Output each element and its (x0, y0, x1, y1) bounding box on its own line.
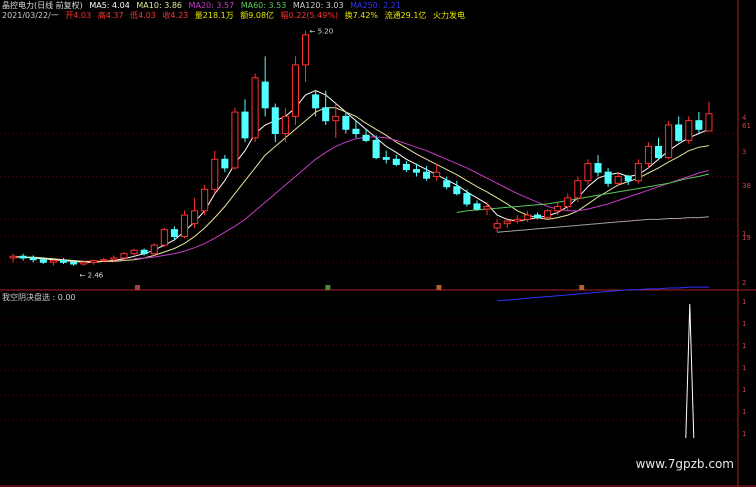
right-axis-label: 38 (742, 182, 751, 190)
candle-down (655, 145, 663, 159)
candle-up (584, 163, 592, 182)
candle-down (392, 158, 400, 165)
candle-up (665, 124, 673, 159)
candle-up (332, 115, 340, 122)
candle-down (533, 214, 542, 219)
candle-up (574, 180, 582, 199)
candle-down (443, 180, 451, 188)
candle-down (70, 261, 78, 265)
candle-down (29, 257, 37, 261)
peak-price-label: ← 5.20 (310, 28, 334, 36)
candle-up (544, 210, 552, 219)
candle-up (49, 260, 57, 263)
candle-up (9, 255, 17, 259)
event-marker (134, 285, 140, 290)
candle-down (594, 163, 602, 173)
candle-up (685, 120, 693, 141)
candle-up (564, 197, 572, 207)
candle-up (180, 214, 189, 238)
indicator-axis-label: 1 (742, 320, 746, 328)
indicator-axis-label: 1 (742, 364, 746, 372)
right-axis-label: 3 (742, 148, 746, 156)
candle-up (201, 188, 209, 212)
candle-down (473, 203, 481, 210)
candle-down (675, 124, 683, 141)
candle-down (463, 193, 471, 205)
candle-up (614, 175, 622, 184)
right-axis-label: 61 (742, 122, 751, 130)
candle-down (423, 171, 431, 179)
low-price-label: ← 2.46 (80, 272, 104, 280)
right-axis-label: 4 (742, 114, 747, 122)
candle-down (352, 128, 360, 135)
candle-down (604, 171, 612, 184)
candle-down (19, 255, 27, 259)
candle-up (211, 158, 219, 190)
candle-down (312, 94, 320, 109)
ma-line-ma250 (497, 286, 709, 302)
candle-up (493, 223, 501, 229)
candle-down (221, 158, 229, 169)
candle-down (261, 81, 269, 109)
indicator-signal-spike (685, 303, 695, 439)
candle-up (231, 111, 239, 169)
candle-down (624, 175, 632, 182)
candle-up (302, 34, 310, 66)
candle-down (39, 259, 47, 263)
right-axis-label: 19 (742, 234, 751, 242)
indicator-axis-label: 1 (742, 342, 746, 350)
candle-up (554, 205, 562, 212)
event-marker (579, 285, 585, 290)
candle-down (271, 107, 279, 135)
candle-up (503, 220, 511, 225)
candle-up (100, 259, 108, 262)
candle-down (241, 111, 249, 139)
candle-up (120, 253, 128, 259)
candle-up (150, 244, 158, 255)
ma-line-ma20 (134, 136, 710, 260)
ma-line-ma10 (12, 107, 710, 262)
ma-line-ma60 (456, 173, 710, 213)
candle-up (433, 171, 441, 177)
candle-up (110, 257, 118, 261)
candle-down (362, 134, 370, 141)
indicator-axis-label: 1 (742, 386, 746, 394)
indicator-axis-label: 1 (742, 298, 746, 306)
candle-down (382, 157, 390, 160)
candle-up (90, 260, 98, 263)
indicator-axis-label: 1 (742, 408, 746, 416)
candle-down (342, 115, 350, 130)
candle-down (372, 139, 380, 159)
candle-down (170, 229, 178, 238)
candle-up (251, 77, 259, 139)
candle-down (322, 107, 330, 122)
candle-up (160, 229, 168, 246)
candle-down (695, 120, 703, 130)
candle-down (59, 260, 67, 263)
watermark: www.7gpzb.com (635, 457, 734, 471)
candle-up (191, 210, 199, 225)
candle-up (80, 261, 88, 265)
candle-up (291, 64, 299, 117)
candle-up (705, 113, 713, 132)
indicator-axis-label: 1 (742, 430, 746, 438)
candle-up (483, 205, 491, 210)
candle-up (281, 115, 289, 135)
event-marker (325, 285, 331, 290)
candle-up (644, 145, 652, 165)
candle-up (523, 214, 531, 220)
candle-down (402, 163, 410, 171)
candle-down (412, 169, 420, 173)
right-axis-label: 2 (742, 279, 746, 287)
candle-down (453, 186, 461, 195)
candle-up (513, 218, 521, 222)
stock-chart: 晶控电力(日线 前复权) MA5: 4.04 MA10: 3.86 MA20: … (0, 0, 756, 487)
chart-svg: 46133811921111111← 5.20← 2.46 (0, 0, 756, 487)
candle-up (130, 249, 138, 255)
candle-up (634, 163, 642, 182)
candle-down (140, 249, 148, 255)
event-marker (436, 285, 442, 290)
